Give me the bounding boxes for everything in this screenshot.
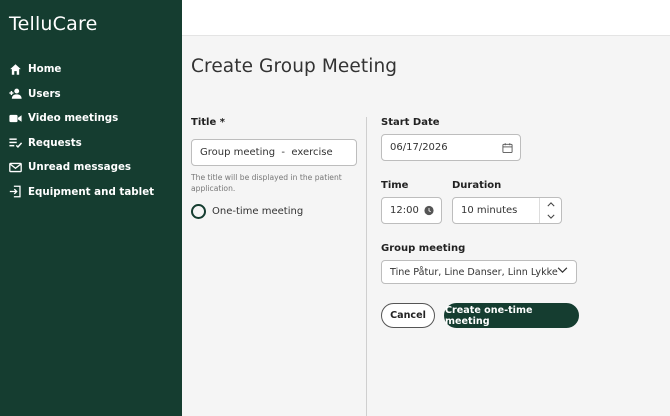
sidebar-item-label: Video meetings [28,112,119,125]
sidebar-item-label: Equipment and tablet [28,185,155,198]
group-meeting-value: Tine Påtur, Line Danser, Linn Lykke [390,266,558,278]
sidebar-item-label: Unread messages [28,161,132,174]
title-input[interactable] [191,139,357,166]
chevron-up-icon [546,201,555,207]
sidebar-nav: Home Users Video meetings Requests Unrea… [0,57,182,204]
title-label: Title * [191,117,225,128]
sidebar-item-label: Home [28,63,62,76]
clock-icon[interactable] [424,205,435,216]
sidebar-item-users[interactable]: Users [0,82,182,107]
app-brand: TelluCare [9,13,98,35]
start-date-value: 06/17/2026 [390,142,448,153]
decrement-button[interactable] [540,211,561,224]
column-divider [366,117,367,416]
sidebar-item-label: Users [28,87,61,100]
sidebar-item-home[interactable]: Home [0,57,182,82]
calendar-icon[interactable] [502,142,513,153]
sidebar-item-label: Requests [28,136,82,149]
envelope-icon [9,161,22,174]
tablet-login-icon [9,185,22,198]
requests-list-icon [9,136,22,149]
duration-stepper[interactable]: 10 minutes [452,197,562,224]
duration-value: 10 minutes [461,205,518,216]
page-title: Create Group Meeting [191,56,398,77]
title-helper-text: The title will be displayed in the patie… [191,173,342,193]
top-bar [182,0,670,36]
one-time-meeting-radio[interactable]: One-time meeting [191,204,303,219]
duration-spinner [539,198,561,223]
sidebar-item-video-meetings[interactable]: Video meetings [0,106,182,131]
time-value: 12:00 [390,205,419,216]
time-label: Time [381,180,409,191]
start-date-label: Start Date [381,117,440,128]
one-time-meeting-label: One-time meeting [212,206,304,217]
home-icon [9,63,22,76]
sidebar: TelluCare Home Users Video meetings Requ… [0,0,182,416]
group-meeting-label: Group meeting [381,243,466,254]
cancel-button[interactable]: Cancel [381,303,435,328]
group-meeting-select[interactable]: Tine Påtur, Line Danser, Linn Lykke [381,260,577,284]
increment-button[interactable] [540,198,561,211]
time-input[interactable]: 12:00 [381,197,442,224]
sidebar-item-equipment-and-tablet[interactable]: Equipment and tablet [0,180,182,205]
users-icon [9,87,22,100]
create-one-time-meeting-button[interactable]: Create one-time meeting [444,303,579,328]
sidebar-item-unread-messages[interactable]: Unread messages [0,155,182,180]
video-camera-icon [9,112,22,125]
start-date-input[interactable]: 06/17/2026 [381,134,521,161]
radio-circle-icon [191,204,206,219]
chevron-down-icon [546,214,555,220]
duration-label: Duration [452,180,502,191]
sidebar-item-requests[interactable]: Requests [0,131,182,156]
chevron-down-icon [557,267,568,278]
